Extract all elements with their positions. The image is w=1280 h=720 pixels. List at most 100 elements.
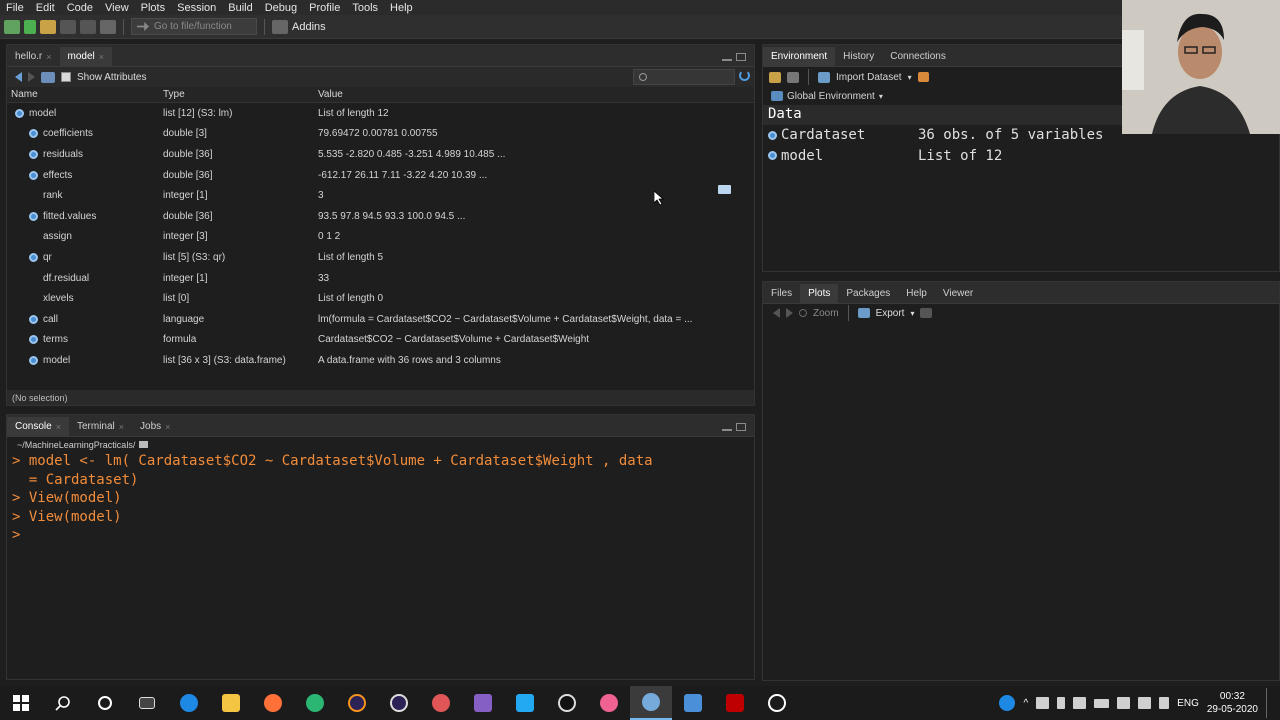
- goto-file-input[interactable]: Go to file/function: [131, 18, 257, 35]
- open-file-icon[interactable]: [40, 19, 56, 34]
- taskbar-cortana[interactable]: [84, 686, 126, 720]
- table-row[interactable]: rank integer [1] 3: [7, 185, 754, 206]
- input-language[interactable]: ENG: [1177, 698, 1199, 709]
- close-tab-icon[interactable]: ×: [99, 52, 104, 62]
- tab-connections[interactable]: Connections: [882, 47, 954, 66]
- tab-terminal[interactable]: Terminal ×: [69, 417, 132, 436]
- taskbar-app-white[interactable]: [756, 686, 798, 720]
- taskbar-app-green[interactable]: [294, 686, 336, 720]
- expand-object-icon[interactable]: [29, 149, 38, 159]
- save-all-icon[interactable]: [80, 19, 96, 34]
- camera-icon[interactable]: [1073, 697, 1087, 709]
- close-tab-icon[interactable]: ×: [165, 422, 170, 432]
- microphone-icon[interactable]: [1057, 697, 1066, 709]
- tab-jobs[interactable]: Jobs ×: [132, 417, 178, 436]
- tab-help[interactable]: Help: [898, 284, 935, 303]
- table-row[interactable]: call language lm(formula = Cardataset$CO2 …: [7, 309, 754, 330]
- print-icon[interactable]: [100, 19, 116, 34]
- menu-edit[interactable]: Edit: [30, 2, 61, 14]
- show-attributes-checkbox[interactable]: [61, 72, 71, 82]
- column-header-type[interactable]: Type: [163, 89, 318, 100]
- new-file-icon[interactable]: [4, 19, 20, 34]
- wifi-icon[interactable]: [1117, 697, 1131, 709]
- taskbar-eclipse-2[interactable]: [378, 686, 420, 720]
- expand-object-icon[interactable]: [29, 335, 38, 345]
- refresh-icon[interactable]: [739, 70, 750, 81]
- expand-object-icon[interactable]: [768, 130, 777, 140]
- battery-icon[interactable]: [1094, 698, 1110, 708]
- menu-file[interactable]: File: [0, 2, 30, 14]
- working-directory-path[interactable]: ~/MachineLearningPracticals/: [17, 440, 135, 450]
- column-header-name[interactable]: Name: [7, 89, 163, 100]
- save-workspace-icon[interactable]: [787, 71, 799, 83]
- show-in-window-icon[interactable]: [41, 71, 55, 83]
- tab-plots[interactable]: Plots: [800, 284, 839, 303]
- volume-icon[interactable]: [1138, 697, 1152, 709]
- show-desktop-button[interactable]: [1266, 688, 1270, 718]
- tab-files[interactable]: Files: [763, 284, 800, 303]
- expand-object-icon[interactable]: [29, 355, 38, 365]
- expand-object-icon[interactable]: [15, 108, 24, 118]
- table-row[interactable]: assign integer [3] 0 1 2: [7, 227, 754, 248]
- zoom-button[interactable]: Zoom: [813, 308, 839, 319]
- table-row[interactable]: model list [36 x 3] (S3: data.frame) A dat…: [7, 350, 754, 371]
- taskbar-edge[interactable]: [168, 686, 210, 720]
- menu-session[interactable]: Session: [171, 2, 222, 14]
- menu-view[interactable]: View: [99, 2, 135, 14]
- menu-build[interactable]: Build: [222, 2, 258, 14]
- console-output[interactable]: > model <- lm( Cardataset$CO2 ~ Cardatas…: [7, 452, 754, 545]
- pen-icon[interactable]: [1159, 697, 1170, 709]
- tab-console[interactable]: Console ×: [7, 417, 69, 436]
- table-row[interactable]: coefficients double [3] 79.69472 0.00781 0…: [7, 124, 754, 145]
- new-project-icon[interactable]: [24, 19, 36, 34]
- expand-object-icon[interactable]: [29, 129, 38, 139]
- expand-object-icon[interactable]: [29, 314, 38, 324]
- expand-object-icon[interactable]: [29, 211, 38, 221]
- taskbar-app-pink[interactable]: [588, 686, 630, 720]
- goto-directory-icon[interactable]: [139, 441, 149, 448]
- minimize-icon[interactable]: [722, 53, 732, 61]
- table-row[interactable]: terms formula Cardataset$CO2 ~ Cardataset$…: [7, 330, 754, 351]
- menu-help[interactable]: Help: [384, 2, 419, 14]
- table-row[interactable]: model list [12] (S3: lm) List of length 12: [7, 103, 754, 124]
- forward-arrow-icon[interactable]: [28, 72, 35, 82]
- taskbar-visual-studio[interactable]: [462, 686, 504, 720]
- expand-object-icon[interactable]: [29, 170, 38, 180]
- expand-object-icon[interactable]: [29, 252, 38, 262]
- menu-debug[interactable]: Debug: [259, 2, 303, 14]
- export-button[interactable]: Export: [876, 308, 905, 319]
- view-object-icon[interactable]: [718, 185, 731, 194]
- viewer-search-input[interactable]: [633, 69, 735, 85]
- taskbar-filezilla[interactable]: [714, 686, 756, 720]
- tray-app-icon[interactable]: [1036, 697, 1050, 709]
- maximize-icon[interactable]: [736, 52, 746, 61]
- table-row[interactable]: residuals double [36] 5.535 -2.820 0.485 -…: [7, 144, 754, 165]
- tab-history[interactable]: History: [835, 47, 882, 66]
- load-workspace-icon[interactable]: [769, 71, 781, 83]
- tab-model[interactable]: model ×: [59, 47, 113, 66]
- broom-icon[interactable]: [917, 72, 929, 82]
- next-plot-icon[interactable]: [786, 308, 793, 318]
- table-row[interactable]: effects double [36] -612.17 26.11 7.11 -3.…: [7, 165, 754, 186]
- save-icon[interactable]: [60, 19, 76, 34]
- taskbar-eclipse-1[interactable]: [336, 686, 378, 720]
- close-tab-icon[interactable]: ×: [56, 422, 61, 432]
- taskbar-rstudio[interactable]: [630, 686, 672, 720]
- minimize-icon[interactable]: [722, 423, 732, 431]
- column-header-value[interactable]: Value: [318, 89, 343, 100]
- menu-tools[interactable]: Tools: [346, 2, 384, 14]
- tab-hello-r[interactable]: hello.r ×: [7, 47, 60, 66]
- taskbar-app-red[interactable]: [420, 686, 462, 720]
- chevron-up-icon[interactable]: ^: [1023, 698, 1028, 709]
- tab-environment[interactable]: Environment: [763, 47, 836, 66]
- taskbar-clock[interactable]: 00:32 29-05-2020: [1207, 690, 1258, 716]
- menu-code[interactable]: Code: [61, 2, 99, 14]
- taskbar-vscode[interactable]: [504, 686, 546, 720]
- start-button[interactable]: [0, 686, 42, 720]
- taskbar-task-view[interactable]: [126, 686, 168, 720]
- table-row[interactable]: fitted.values double [36] 93.5 97.8 94.5 9…: [7, 206, 754, 227]
- table-row[interactable]: qr list [5] (S3: qr) List of length 5: [7, 247, 754, 268]
- back-arrow-icon[interactable]: [15, 72, 22, 82]
- taskbar-app-blue[interactable]: [672, 686, 714, 720]
- table-row[interactable]: xlevels list [0] List of length 0: [7, 288, 754, 309]
